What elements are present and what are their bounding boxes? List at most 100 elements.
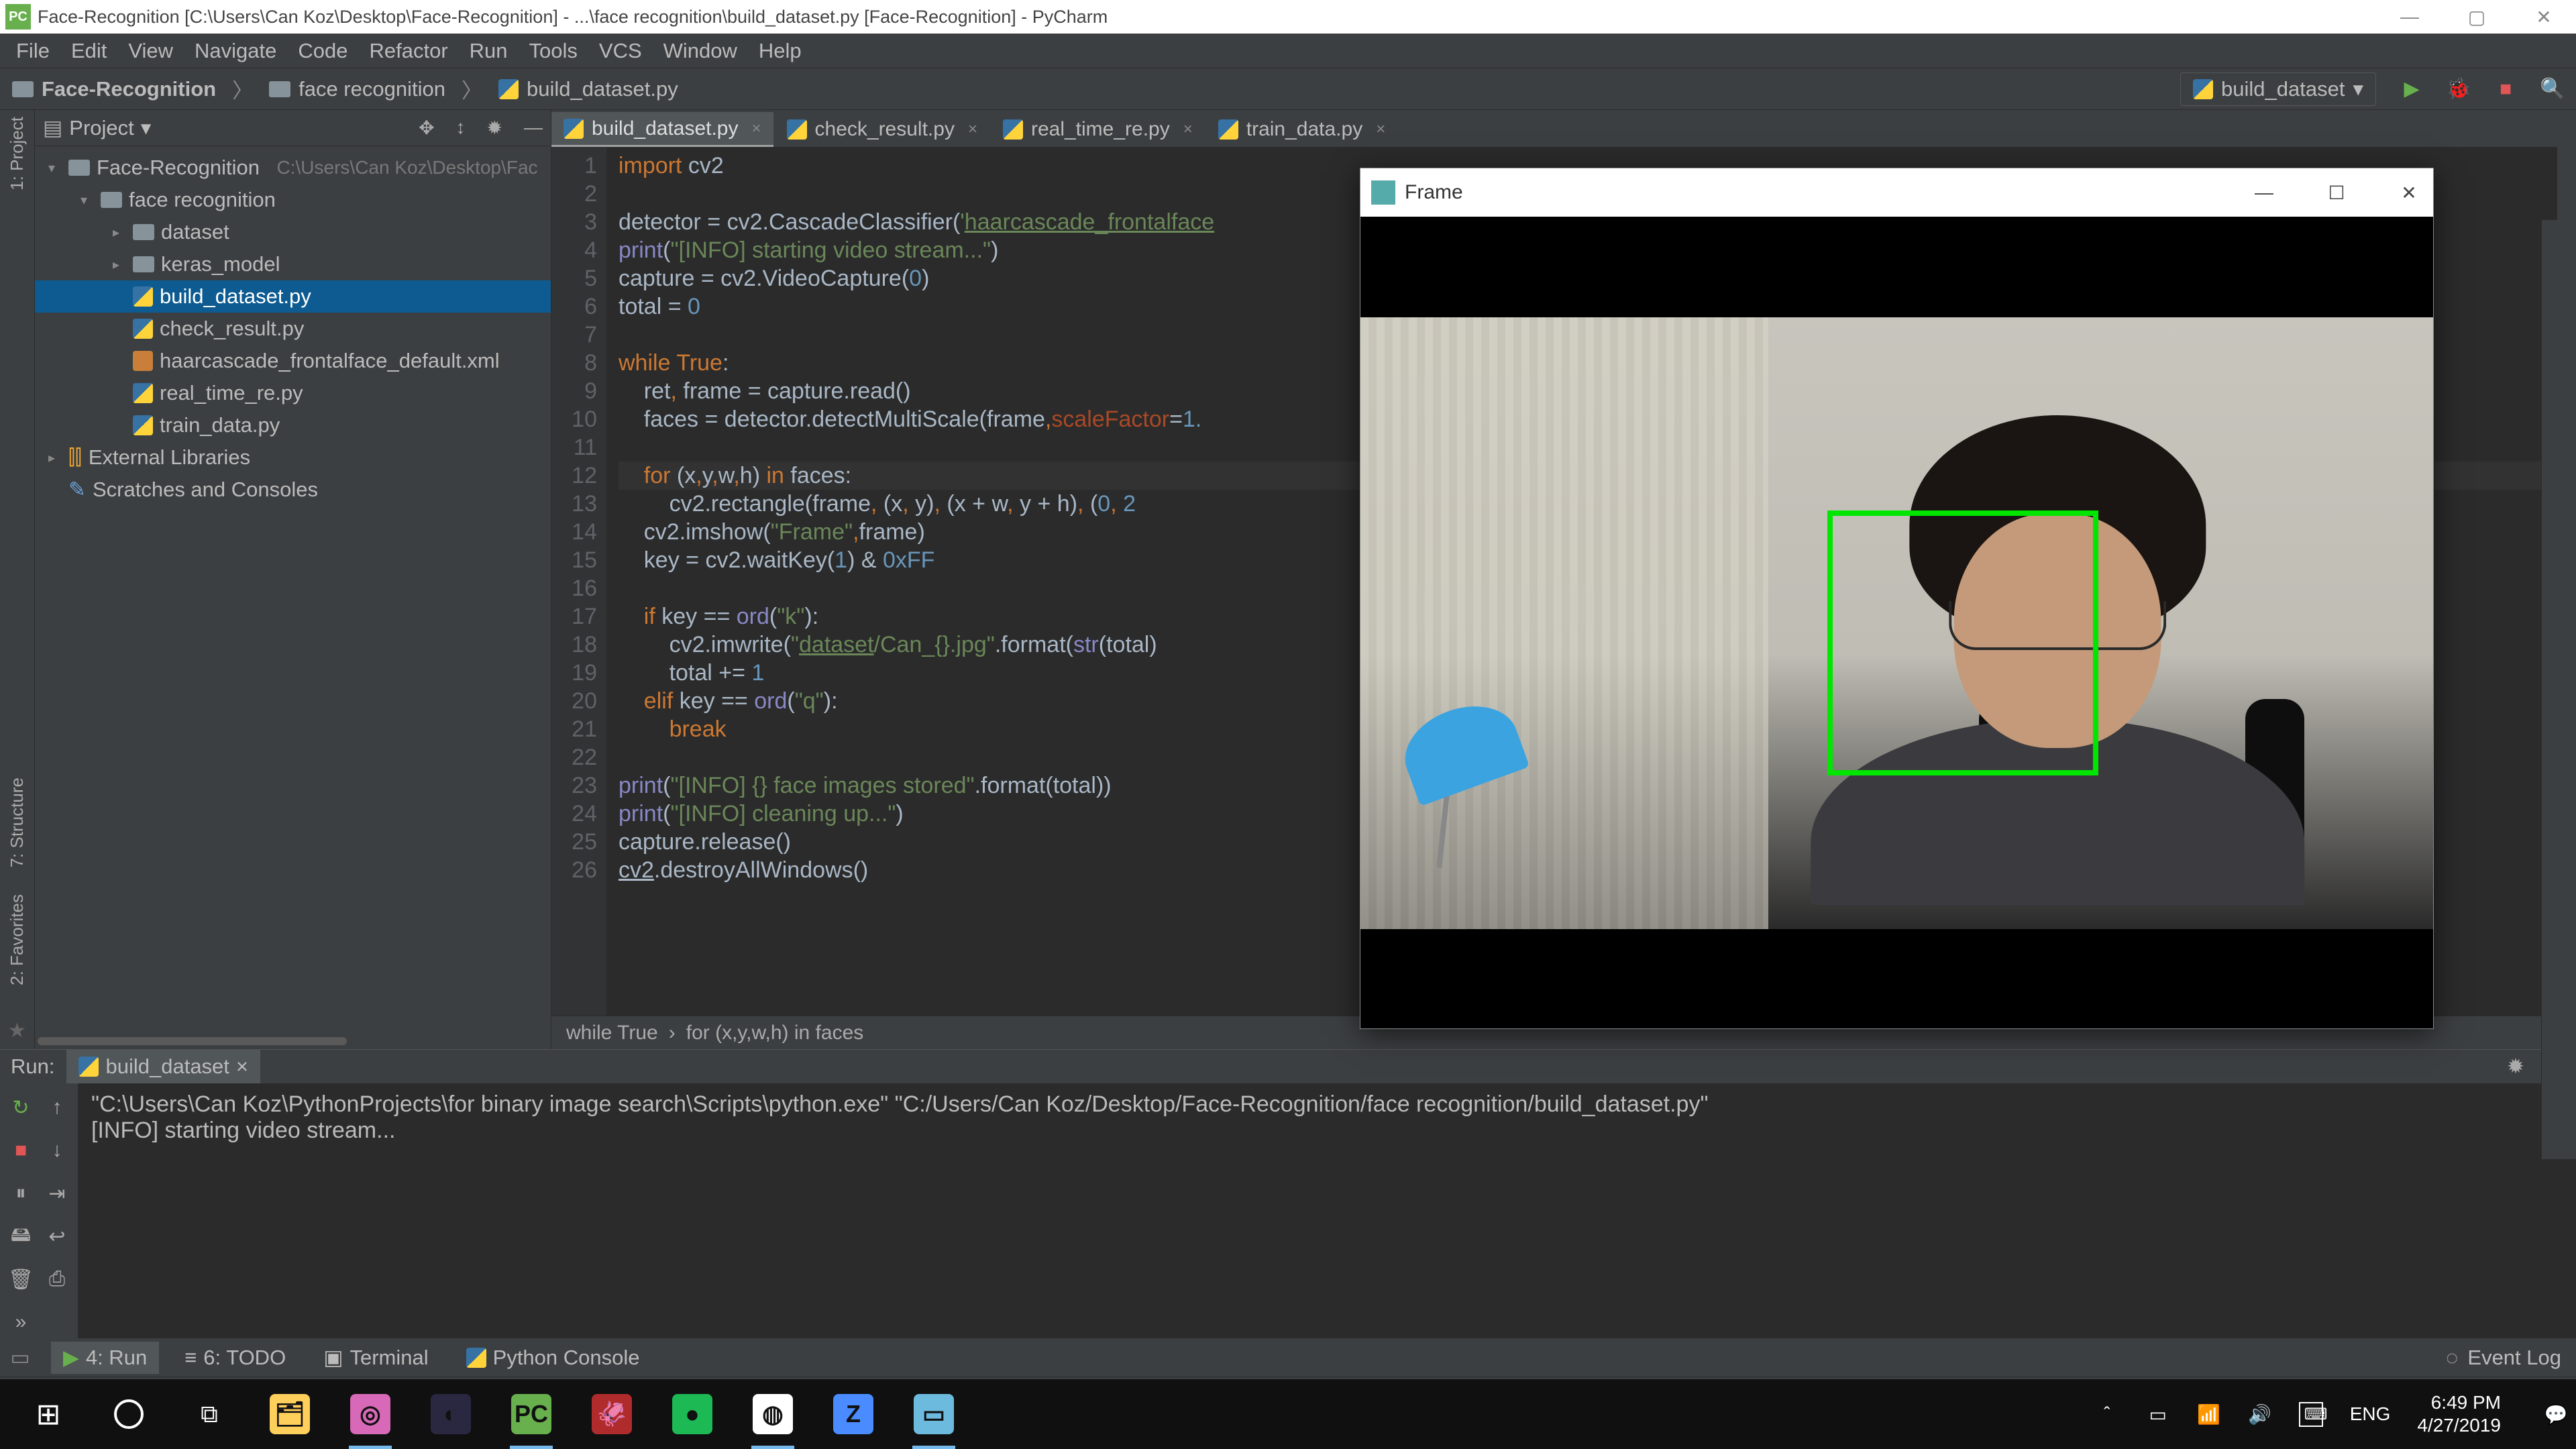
menu-navigate[interactable]: Navigate	[184, 39, 287, 63]
chevron-down-icon[interactable]: ▾	[141, 116, 152, 140]
breadcrumb-root[interactable]: Face-Recognition	[42, 77, 216, 101]
tree-item[interactable]: train_data.py	[35, 409, 551, 441]
more-button[interactable]: »	[4, 1302, 38, 1342]
crumb-context-a[interactable]: while True	[566, 1022, 658, 1044]
breadcrumb-folder[interactable]: face recognition	[299, 77, 445, 101]
menu-edit[interactable]: Edit	[60, 39, 117, 63]
clock[interactable]: 6:49 PM 4/27/2019	[2417, 1391, 2517, 1437]
stop-run-button[interactable]: ■	[4, 1130, 38, 1171]
editor-tab[interactable]: train_data.py×	[1206, 112, 1397, 147]
tree-item[interactable]: ✎Scratches and Consoles	[35, 474, 551, 506]
start-button[interactable]: ⊞	[8, 1379, 89, 1449]
toolwin-todo[interactable]: ≡6: TODO	[172, 1342, 298, 1374]
action-center-icon[interactable]: 💬	[2544, 1403, 2568, 1426]
collapse-icon[interactable]: ↕	[456, 117, 466, 139]
editor-tab[interactable]: build_dataset.py×	[551, 112, 773, 147]
toolwin-run[interactable]: ▶4: Run	[51, 1342, 159, 1374]
tree-item[interactable]: ▸dataset	[35, 216, 551, 248]
frame-titlebar[interactable]: Frame — ☐ ✕	[1360, 168, 2433, 217]
frame-maximize-button[interactable]: ☐	[2323, 182, 2350, 204]
rail-project[interactable]: 1: Project	[7, 117, 28, 191]
trash-button[interactable]: 🗑	[4, 1259, 38, 1299]
toolwin-python-console[interactable]: Python Console	[454, 1342, 652, 1374]
close-icon[interactable]: ×	[968, 120, 977, 139]
tree-arrow-icon[interactable]: ▸	[113, 224, 126, 241]
tree-item[interactable]: haarcascade_frontalface_default.xml	[35, 345, 551, 377]
language-indicator[interactable]: ENG	[2350, 1403, 2391, 1425]
cortana-button[interactable]	[89, 1379, 169, 1449]
taskbar-app-chrome[interactable]: ◍	[733, 1379, 813, 1449]
toolwin-eventlog[interactable]: Event Log	[2467, 1346, 2561, 1370]
menu-help[interactable]: Help	[748, 39, 812, 63]
window-minimize-button[interactable]: —	[2396, 6, 2423, 28]
tree-arrow-icon[interactable]: ▸	[48, 449, 62, 466]
down-button[interactable]: ↓	[40, 1130, 74, 1171]
taskbar-app-explorer[interactable]: 🗂	[250, 1379, 330, 1449]
keyboard-icon[interactable]: ⌨	[2299, 1402, 2323, 1427]
taskbar-app-eclipse[interactable]: ◐	[411, 1379, 491, 1449]
menu-vcs[interactable]: VCS	[588, 39, 653, 63]
run-tab[interactable]: build_dataset ×	[66, 1050, 260, 1083]
search-everywhere-button[interactable]: 🔍	[2541, 78, 2564, 101]
taskbar-app-pycharm[interactable]: PC	[491, 1379, 572, 1449]
hide-icon[interactable]: —	[524, 117, 543, 139]
tree-item[interactable]: real_time_re.py	[35, 377, 551, 409]
tray-chevron-icon[interactable]: ˆ	[2095, 1403, 2119, 1425]
gear-icon[interactable]: ✹	[2507, 1055, 2524, 1079]
step-button[interactable]: ⇥	[40, 1173, 74, 1214]
up-button[interactable]: ↑	[40, 1087, 74, 1128]
project-scrollbar[interactable]	[35, 1037, 551, 1049]
rerun-button[interactable]: ↻	[4, 1087, 38, 1128]
taskbar-app-zoom[interactable]: Z	[813, 1379, 894, 1449]
taskbar-app-octopus[interactable]: 🦑	[572, 1379, 652, 1449]
menu-tools[interactable]: Tools	[519, 39, 588, 63]
tree-arrow-icon[interactable]: ▸	[113, 256, 126, 273]
close-icon[interactable]: ×	[1183, 120, 1193, 139]
tree-item[interactable]: build_dataset.py	[35, 280, 551, 313]
menu-code[interactable]: Code	[287, 39, 358, 63]
gear-icon[interactable]: ✹	[487, 117, 502, 139]
run-button[interactable]: ▶	[2400, 78, 2423, 101]
window-maximize-button[interactable]: ▢	[2463, 6, 2490, 28]
menu-view[interactable]: View	[117, 39, 184, 63]
menu-window[interactable]: Window	[653, 39, 748, 63]
wrap-button[interactable]: ↩	[40, 1216, 74, 1256]
pause-button[interactable]: ⏸	[4, 1173, 38, 1214]
dump-button[interactable]: 🖴	[4, 1216, 38, 1256]
volume-icon[interactable]: 🔊	[2248, 1403, 2272, 1426]
opencv-frame-window[interactable]: Frame — ☐ ✕	[1360, 168, 2434, 1029]
taskbar-app-window[interactable]: ▭	[894, 1379, 974, 1449]
crumb-context-b[interactable]: for (x,y,w,h) in faces	[686, 1022, 864, 1044]
task-view-button[interactable]: ⧉	[169, 1379, 250, 1449]
tree-arrow-icon[interactable]: ▾	[48, 160, 62, 176]
taskbar-app-spotify[interactable]: ●	[652, 1379, 733, 1449]
print-button[interactable]: ⎙	[40, 1259, 74, 1299]
menu-run[interactable]: Run	[459, 39, 519, 63]
frame-close-button[interactable]: ✕	[2396, 182, 2422, 204]
editor-tab[interactable]: check_result.py×	[775, 112, 989, 147]
window-close-button[interactable]: ✕	[2530, 6, 2557, 28]
tree-item[interactable]: ▾face recognition	[35, 184, 551, 216]
tree-item[interactable]: check_result.py	[35, 313, 551, 345]
close-icon[interactable]: ×	[236, 1055, 248, 1079]
run-config-dropdown[interactable]: build_dataset ▾	[2180, 72, 2376, 106]
wifi-icon[interactable]: 📶	[2197, 1403, 2221, 1426]
run-console[interactable]: "C:\Users\Can Koz\PythonProjects\for bin…	[78, 1083, 2576, 1346]
breadcrumb-file[interactable]: build_dataset.py	[527, 77, 678, 101]
editor-tab[interactable]: real_time_re.py×	[991, 112, 1205, 147]
battery-icon[interactable]: ▭	[2146, 1403, 2170, 1426]
frame-minimize-button[interactable]: —	[2251, 182, 2277, 203]
tree-item[interactable]: ▸⫿⫿External Libraries	[35, 441, 551, 474]
autoscroll-icon[interactable]: ✥	[419, 117, 434, 139]
tree-item[interactable]: ▾Face-Recognition C:\Users\Can Koz\Deskt…	[35, 152, 551, 184]
project-tree[interactable]: ▾Face-Recognition C:\Users\Can Koz\Deskt…	[35, 146, 551, 511]
stop-button[interactable]: ■	[2494, 78, 2517, 101]
close-icon[interactable]: ×	[752, 119, 761, 138]
tree-arrow-icon[interactable]: ▾	[80, 192, 94, 209]
tree-item[interactable]: ▸keras_model	[35, 248, 551, 280]
rail-favorites[interactable]: 2: Favorites	[7, 894, 28, 985]
menu-file[interactable]: File	[5, 39, 60, 63]
debug-button[interactable]: 🐞	[2447, 78, 2470, 101]
toolwin-terminal[interactable]: ▣Terminal	[311, 1342, 440, 1374]
taskbar-app-gitkraken[interactable]: ◎	[330, 1379, 411, 1449]
